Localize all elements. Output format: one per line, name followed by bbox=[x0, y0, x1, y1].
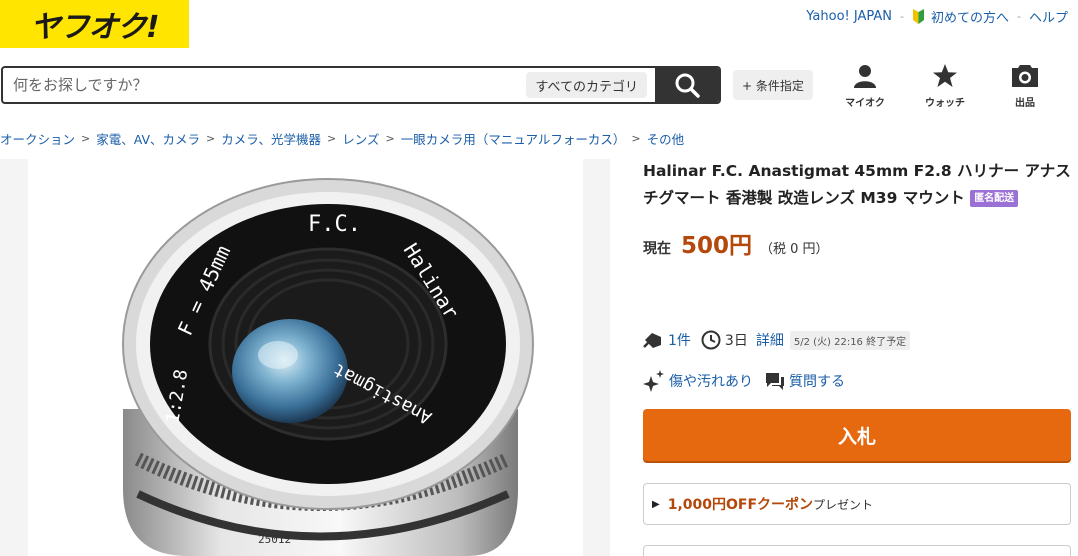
price-tax: （税 0 円） bbox=[760, 242, 829, 257]
search-input[interactable] bbox=[3, 68, 527, 102]
search-icon bbox=[675, 73, 700, 98]
lens-photo: F.C. F = 45mm Halinar 1:2.8 Anastigmat 2… bbox=[122, 178, 534, 556]
top-links: Yahoo! JAPAN - 初めての方へ - ヘルプ bbox=[806, 7, 1068, 26]
bid-count-link[interactable]: 1件 bbox=[668, 330, 691, 350]
breadcrumb-separator: > bbox=[385, 132, 395, 145]
breadcrumb-separator: > bbox=[631, 132, 641, 145]
expand-triangle-icon: ▶ bbox=[652, 498, 660, 510]
price-row: 現在 500円 （税 0 円） bbox=[643, 226, 829, 260]
yahuoku-logo[interactable]: ヤフオク! bbox=[0, 0, 189, 48]
help-link[interactable]: ヘルプ bbox=[1029, 7, 1068, 26]
question-bubble-icon bbox=[766, 373, 784, 390]
search-button[interactable] bbox=[655, 68, 719, 102]
ask-question-link[interactable]: 質問する bbox=[789, 371, 845, 391]
yahoo-japan-link[interactable]: Yahoo! JAPAN bbox=[806, 9, 892, 24]
sell-label: 出品 bbox=[1015, 98, 1035, 109]
product-title: Halinar F.C. Anastigmat 45mm F2.8 ハリナー ア… bbox=[643, 158, 1071, 212]
gavel-icon bbox=[643, 333, 661, 348]
breadcrumb-item[interactable]: カメラ、光学機器 bbox=[221, 129, 321, 148]
breadcrumb-item[interactable]: レンズ bbox=[342, 129, 379, 148]
lens-text-serial: 25012 bbox=[258, 533, 291, 546]
sparkle-icon bbox=[643, 370, 664, 392]
breadcrumb-separator: > bbox=[206, 132, 216, 145]
watch-button[interactable]: ウォッチ bbox=[915, 64, 975, 109]
current-price: 500円 bbox=[681, 233, 753, 259]
breadcrumb-item[interactable]: 家電、AV、カメラ bbox=[96, 129, 200, 148]
coupon-present: プレゼント bbox=[813, 497, 874, 512]
breadcrumb-separator: > bbox=[81, 132, 91, 145]
anonymous-shipping-badge: 匿名配送 bbox=[970, 190, 1019, 207]
bid-button[interactable]: 入札 bbox=[643, 409, 1071, 461]
breadcrumb-item[interactable]: オークション bbox=[0, 129, 75, 148]
star-icon bbox=[933, 64, 957, 87]
coupon-offer: 1,000円OFFクーポン bbox=[667, 497, 814, 513]
condition-row: 傷や汚れあり 質問する bbox=[643, 370, 845, 392]
auction-info-row: 1件 3日 詳細 5/2 (火) 22:16 終了予定 bbox=[643, 330, 911, 350]
top-link-separator: - bbox=[900, 10, 904, 23]
clock-icon bbox=[701, 330, 721, 350]
breadcrumb-item[interactable]: 一眼カメラ用（マニュアルフォーカス） bbox=[401, 129, 626, 148]
breadcrumb-separator: > bbox=[327, 132, 337, 145]
remaining-time: 3日 bbox=[724, 333, 748, 349]
detail-link[interactable]: 詳細 bbox=[756, 330, 784, 350]
lens-text-fc: F.C. bbox=[308, 212, 361, 237]
myauc-label: マイオク bbox=[845, 98, 885, 109]
myauc-button[interactable]: マイオク bbox=[835, 64, 895, 109]
product-image[interactable]: F.C. F = 45mm Halinar 1:2.8 Anastigmat 2… bbox=[28, 159, 583, 556]
breadcrumb: オークション > 家電、AV、カメラ > カメラ、光学機器 > レンズ > 一眼… bbox=[0, 129, 684, 148]
watch-label: ウォッチ bbox=[925, 98, 965, 109]
logo-text: ヤフオク! bbox=[30, 10, 159, 45]
end-time-badge: 5/2 (火) 22:16 終了予定 bbox=[789, 330, 911, 350]
condition-link[interactable]: 傷や汚れあり bbox=[669, 371, 753, 391]
breadcrumb-item[interactable]: その他 bbox=[647, 129, 685, 148]
top-link-separator: - bbox=[1017, 10, 1021, 23]
coupon-box[interactable]: ▶ 1,000円OFFクーポン プレゼント bbox=[643, 483, 1071, 525]
price-label: 現在 bbox=[643, 241, 671, 257]
camera-icon bbox=[1012, 65, 1038, 87]
beginner-link[interactable]: 初めての方へ bbox=[931, 7, 1009, 26]
beginner-mark-icon bbox=[912, 9, 924, 24]
next-panel bbox=[643, 545, 1071, 556]
category-select-button[interactable]: すべてのカテゴリ bbox=[526, 72, 647, 98]
user-icon bbox=[854, 65, 876, 88]
advanced-filter-button[interactable]: + 条件指定 bbox=[733, 70, 813, 100]
product-image-area: F.C. F = 45mm Halinar 1:2.8 Anastigmat 2… bbox=[0, 159, 610, 556]
search-bar: すべてのカテゴリ bbox=[1, 66, 721, 104]
sell-button[interactable]: 出品 bbox=[995, 64, 1055, 109]
